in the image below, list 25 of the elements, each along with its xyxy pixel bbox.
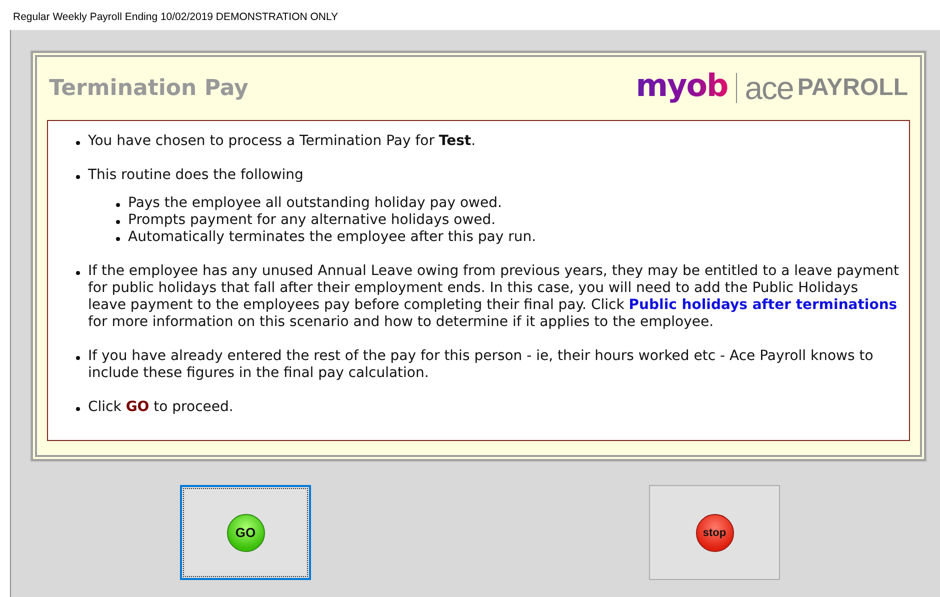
logo-divider — [736, 73, 737, 103]
bullet-icon — [116, 220, 120, 224]
stop-button[interactable]: stop — [649, 485, 780, 580]
bullet-icon — [76, 407, 80, 411]
bullet-icon — [76, 141, 80, 145]
instruction-text: If the employee has any unused Annual Leave owing from previous years, they may be entitled to a leave payment for public holidays that fall after their employment ends. In this case, you will need to add the Public Holidays leave payment to the employees pay before completing their final pay. Click Public holidays after terminations for more information on this scenario and how to determine if it applies to the employee. — [88, 263, 899, 331]
go-button[interactable]: GO — [180, 485, 311, 580]
instruction-text: You have chosen to process a Termination Pay for Test. — [88, 133, 477, 150]
bullet-icon — [76, 271, 80, 275]
bullet-icon — [116, 203, 120, 207]
bullet-icon — [76, 356, 80, 360]
step-text: Prompts payment for any alternative holidays owed. — [128, 212, 496, 229]
instruction-text: This routine does the following — [88, 167, 304, 184]
brand-logo: myob — [636, 70, 728, 106]
bullet-icon — [116, 237, 120, 241]
instruction-text: Click GO to proceed. — [88, 399, 234, 416]
help-link[interactable]: Public holidays after terminations — [628, 297, 898, 313]
product-logo: ace — [744, 72, 794, 104]
product-name: PAYROLL — [797, 74, 908, 102]
window-title: Regular Weekly Payroll Ending 10/02/2019 DEMONSTRATION ONLY — [13, 11, 338, 23]
bullet-icon — [76, 175, 80, 179]
step-text: Pays the employee all outstanding holiday pay owed. — [128, 195, 502, 212]
instruction-text: If you have already entered the rest of the pay for this person - ie, their hours worked etc - Ace Payroll knows to include these figures in the final pay calculation. — [88, 348, 874, 382]
step-text: Automatically terminates the employee after this pay run. — [128, 229, 536, 246]
panel-title: Termination Pay — [49, 76, 248, 100]
